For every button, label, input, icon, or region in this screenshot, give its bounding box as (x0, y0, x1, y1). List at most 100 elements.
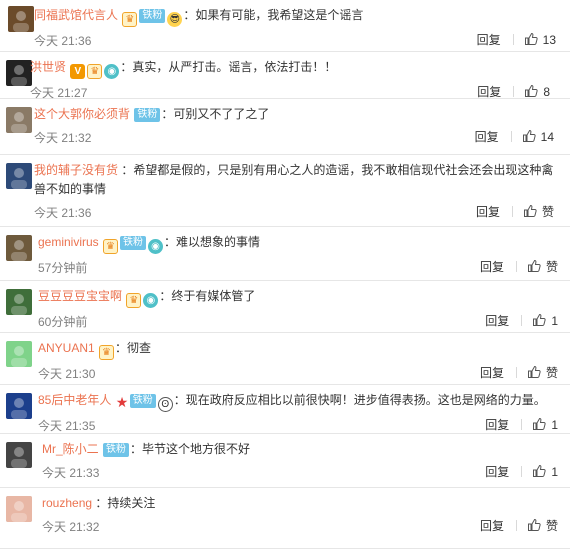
avatar[interactable] (6, 341, 32, 367)
like-button[interactable]: 赞 (527, 259, 558, 274)
reply-button[interactable]: 回复 (485, 465, 509, 479)
like-button[interactable]: 1 (532, 464, 558, 479)
like-button[interactable]: 8 (524, 84, 550, 99)
vip-crown-icon[interactable]: ♛ (126, 293, 142, 308)
like-count: 1 (551, 314, 558, 328)
comment-text: rouzheng ：持续关注 (42, 494, 558, 513)
like-count: 赞 (545, 366, 558, 380)
comment-actions: 回复 1 (485, 416, 558, 433)
comment-item: rouzheng ：持续关注 今天 21:32 回复 赞 (0, 488, 570, 549)
like-count: 13 (542, 33, 556, 47)
reply-button[interactable]: 回复 (477, 85, 501, 99)
fan-badge[interactable]: 铁粉 (103, 443, 130, 457)
thumbs-up-icon (532, 417, 546, 431)
avatar[interactable] (8, 6, 34, 32)
fan-badge[interactable]: 铁粉 (120, 236, 147, 250)
comment-username-link[interactable]: 我的辅子没有货 (34, 163, 118, 177)
comment-time: 60分钟前 (38, 315, 88, 329)
comment-list: 同福武馆代言人 ♛ 铁粉 😎 ：如果有可能，我希望这是个谣言 今天 21:36 回复 13 洪… (0, 0, 570, 549)
eye-badge-icon[interactable]: ◉ (148, 239, 164, 254)
comment-username-link[interactable]: geminivirus (38, 235, 99, 249)
comment-username-link[interactable]: 同福武馆代言人 (34, 8, 118, 22)
comment-username-link[interactable]: 这个大郭你必须背 (34, 107, 130, 121)
comment-content: ：现在政府反应相比以前很快啊！进步值得表扬。这也是网络的力量。 (173, 393, 546, 407)
reply-button[interactable]: 回复 (480, 260, 504, 274)
like-count: 赞 (541, 205, 554, 219)
like-count: 1 (551, 418, 558, 432)
comment-time: 今天 21:32 (34, 131, 92, 145)
comment-text: ANYUAN1 ♛ ：彻查 (38, 339, 558, 360)
like-button[interactable]: 14 (522, 129, 554, 144)
like-button[interactable]: 赞 (527, 365, 558, 380)
reply-button[interactable]: 回复 (480, 519, 504, 533)
comment-item: 这个大郭你必须背 铁粉 ：可别又不了了之了今天 21:32 回复 14 (0, 99, 570, 155)
comment-text: 我的辅子没有货 ：希望都是假的，只是别有用心之人的造谣，我不敢相信现代社会还会出… (34, 161, 554, 199)
comment-text: Mr_陈小二 铁粉 ：毕节这个地方很不好 (42, 440, 558, 459)
vip-crown-icon[interactable]: ♛ (103, 239, 119, 254)
fan-badge[interactable]: 铁粉 (129, 394, 156, 408)
thumbs-up-icon (522, 129, 536, 143)
vip-crown-icon[interactable]: ♛ (87, 64, 103, 79)
reply-button[interactable]: 回复 (476, 205, 500, 219)
avatar[interactable] (6, 107, 32, 133)
red-star-icon[interactable]: ★ (116, 395, 129, 410)
comment-username-link[interactable]: 豆豆豆豆宝宝啊 (38, 289, 122, 303)
comment-content: ：可别又不了了之了 (161, 107, 270, 121)
comment-item: 我的辅子没有货 ：希望都是假的，只是别有用心之人的造谣，我不敢相信现代社会还会出… (0, 155, 570, 227)
like-count: 赞 (545, 519, 558, 533)
avatar[interactable] (6, 496, 32, 522)
reply-button[interactable]: 回复 (480, 366, 504, 380)
divider (511, 206, 513, 217)
vip-crown-icon[interactable]: ♛ (99, 345, 115, 360)
divider (515, 261, 517, 272)
eye-badge-icon[interactable]: ◉ (104, 64, 120, 79)
like-button[interactable]: 1 (532, 417, 558, 432)
fan-badge[interactable]: 铁粉 (134, 108, 161, 122)
fan-badge[interactable]: 铁粉 (139, 9, 166, 23)
comment-content: ：持续关注 (95, 496, 156, 510)
thumbs-up-icon (523, 204, 537, 218)
comment-username-link[interactable]: 85后中老年人 (38, 393, 111, 407)
avatar[interactable] (6, 442, 32, 468)
reply-button[interactable]: 回复 (475, 130, 499, 144)
reply-button[interactable]: 回复 (485, 418, 509, 432)
divider (521, 466, 523, 477)
thumbs-up-icon (527, 518, 541, 532)
avatar[interactable] (6, 235, 32, 261)
comment-item: 同福武馆代言人 ♛ 铁粉 😎 ：如果有可能，我希望这是个谣言 今天 21:36 回复 13 (0, 0, 570, 52)
comment-username-link[interactable]: Mr_陈小二 (42, 442, 99, 456)
verified-v-icon[interactable]: V (70, 64, 86, 79)
like-count: 8 (543, 85, 550, 99)
reply-button[interactable]: 回复 (477, 33, 501, 47)
avatar[interactable] (6, 393, 32, 419)
panda-icon[interactable]: ʘ (157, 397, 173, 412)
comment-text: 85后中老年人 ★ 铁粉 ʘ ：现在政府反应相比以前很快啊！进步值得表扬。这也是网络的… (38, 391, 558, 412)
avatar[interactable] (6, 289, 32, 315)
comment-time: 今天 21:36 (34, 34, 92, 48)
avatar[interactable] (6, 60, 32, 86)
divider (512, 34, 514, 45)
like-button[interactable]: 13 (524, 32, 556, 47)
like-button[interactable]: 赞 (527, 518, 558, 533)
comment-username-link[interactable]: ANYUAN1 (38, 341, 95, 355)
vip-crown-icon[interactable]: ♛ (122, 12, 138, 27)
comment-item: 85后中老年人 ★ 铁粉 ʘ ：现在政府反应相比以前很快啊！进步值得表扬。这也是网络的… (0, 385, 570, 434)
divider (513, 86, 515, 97)
comment-content: ：彻查 (115, 341, 152, 355)
comment-item: ANYUAN1 ♛ ：彻查 今天 21:30 回复 赞 (0, 333, 570, 385)
sunglasses-face-icon[interactable]: 😎 (167, 12, 183, 27)
comment-item: geminivirus ♛ 铁粉 ◉ ：难以想象的事情 57分钟前 回复 赞 (0, 227, 570, 281)
comment-time: 57分钟前 (38, 261, 88, 275)
comment-username-link[interactable]: rouzheng (42, 496, 92, 510)
comment-username-link[interactable]: 洪世贤 (30, 60, 66, 74)
like-count: 赞 (545, 260, 558, 274)
avatar[interactable] (6, 163, 32, 189)
thumbs-up-icon (524, 84, 538, 98)
eye-badge-icon[interactable]: ◉ (143, 293, 159, 308)
like-button[interactable]: 1 (532, 313, 558, 328)
reply-button[interactable]: 回复 (485, 314, 509, 328)
like-button[interactable]: 赞 (523, 204, 554, 219)
comment-text: geminivirus ♛ 铁粉 ◉ ：难以想象的事情 (38, 233, 558, 254)
thumbs-up-icon (532, 464, 546, 478)
comment-actions: 回复 赞 (480, 517, 558, 534)
